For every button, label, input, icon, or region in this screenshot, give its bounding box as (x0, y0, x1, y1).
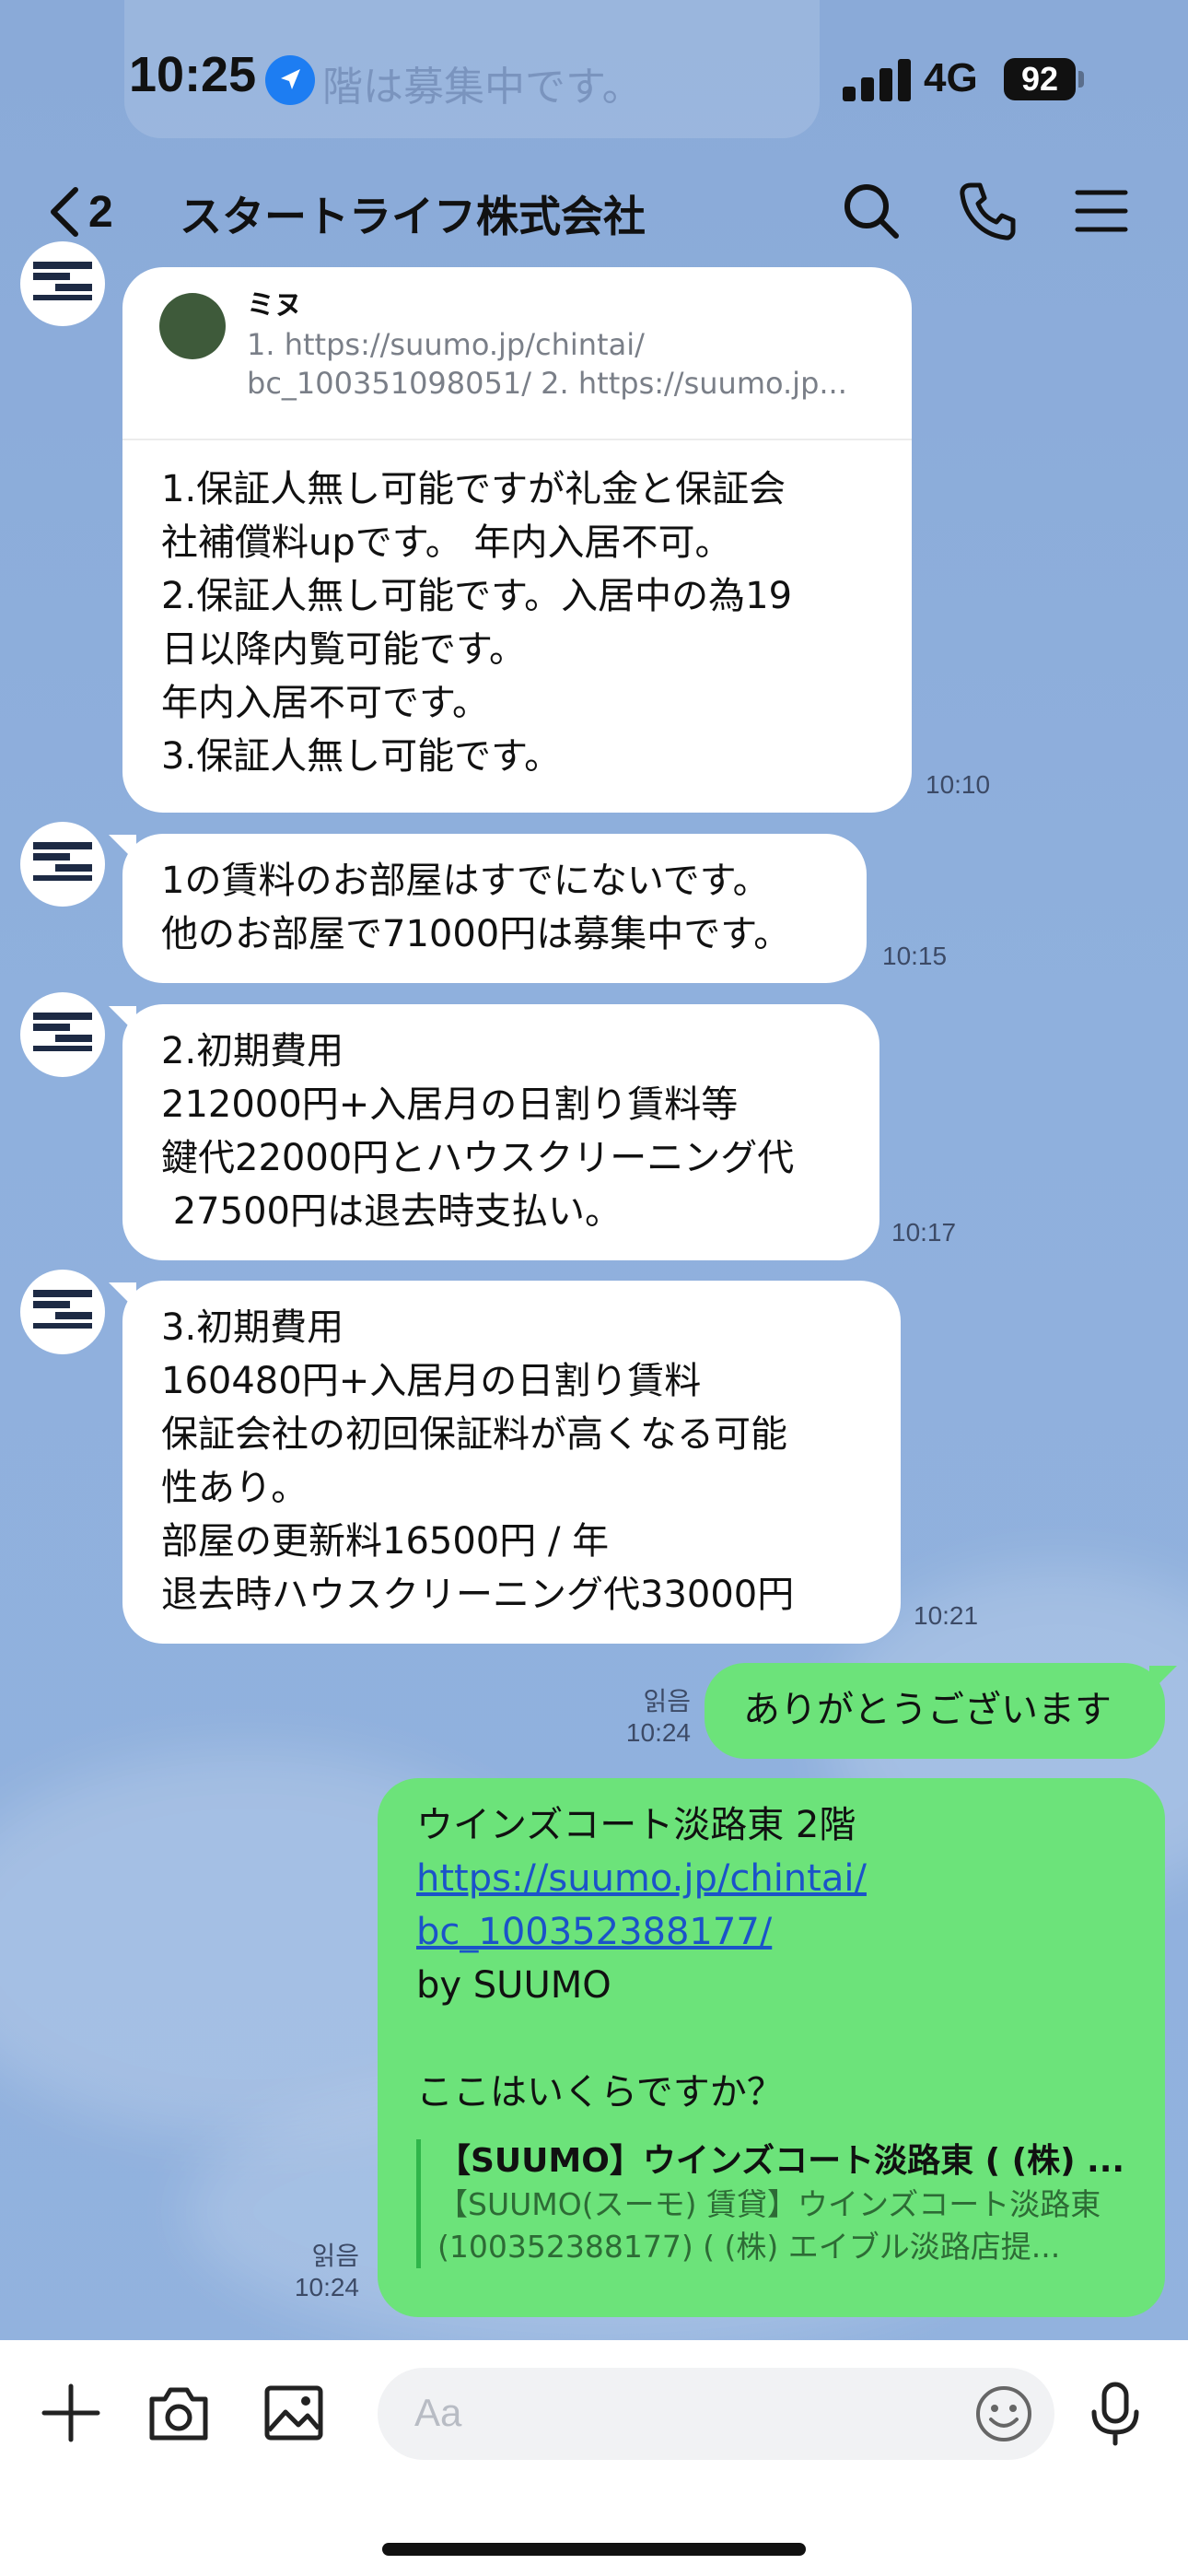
plus-icon[interactable] (35, 2377, 107, 2449)
agent-avatar[interactable] (20, 822, 105, 907)
message-line: 3.初期費用 (161, 1306, 344, 1349)
notification-ghost-text: 階は募集中です。 (322, 64, 643, 111)
status-time: 10:25 (129, 47, 257, 102)
image-icon[interactable] (258, 2377, 330, 2449)
message-bubble[interactable]: ミヌ 1. https://suumo.jp/chintai/ bc_10035… (122, 267, 912, 813)
search-icon[interactable] (838, 178, 904, 244)
battery-nub (1078, 71, 1084, 88)
unread-count: 2 (88, 187, 113, 237)
message-line: 27500円は退去時支払い。 (161, 1190, 622, 1233)
link-preview-desc: (100352388177) ( (株) エイブル淡路店提... (437, 2229, 1061, 2265)
suumo-link[interactable]: https://suumo.jp/chintai/ (416, 1852, 1165, 1905)
message-line: by SUUMO (416, 1964, 611, 2007)
message-line: ウインズコート淡路東 2階 (416, 1804, 856, 1846)
menu-icon[interactable] (1068, 178, 1135, 244)
message-time: 10:10 (926, 770, 991, 799)
message-line: 部屋の更新料16500円 / 年 (161, 1520, 610, 1563)
message-line: 2.初期費用 (161, 1030, 344, 1072)
read-label: 읽음 (643, 1687, 691, 1715)
agent-avatar[interactable] (20, 1270, 105, 1354)
quoted-user-avatar (159, 293, 226, 359)
emoji-icon[interactable] (969, 2379, 1039, 2449)
my-message-bubble[interactable]: ウインズコート淡路東 2階 https://suumo.jp/chintai/ … (378, 1778, 1165, 2317)
phone-icon[interactable] (954, 178, 1020, 244)
message-line: 3.保証人無し可能です。 (161, 735, 562, 778)
location-arrow-icon (265, 55, 315, 105)
message-time: 10:24 (625, 1718, 691, 1747)
camera-icon[interactable] (143, 2377, 215, 2449)
message-line: 212000円+入居月の日割り賃料等 (161, 1083, 739, 1126)
link-preview[interactable]: 【SUUMO】ウインズコート淡路東 ( (株) ... 【SUUMO(スーモ) … (416, 2139, 1165, 2268)
read-label: 읽음 (311, 2242, 359, 2270)
message-line: 社補償料upです。 年内入居不可。 (161, 521, 732, 564)
message-input[interactable] (378, 2368, 1054, 2460)
message-line: 160480円+入居月の日割り賃料 (161, 1360, 702, 1402)
quoted-text-line: 1. https://suumo.jp/chintai/ (247, 327, 645, 362)
battery-indicator: 92 (1004, 58, 1076, 100)
suumo-link[interactable]: bc_100352388177/ (416, 1905, 1165, 1959)
message-bubble[interactable]: 1の賃料のお部屋はすでにないです。 他のお部屋で71000円は募集中です。 (122, 834, 867, 983)
message-line: 1.保証人無し可能ですが礼金と保証会 (161, 468, 786, 510)
message-line: 他のお部屋で71000円は募集中です。 (161, 913, 791, 955)
message-line: 日以降内覧可能です。 (161, 628, 526, 671)
message-line: ありがとうございます (743, 1689, 1112, 1731)
message-time: 10:24 (294, 2273, 359, 2301)
message-line: 年内入居不可です。 (161, 682, 489, 724)
read-receipt: 읽음 10:24 (258, 2241, 359, 2303)
message-line: 鍵代22000円とハウスクリーニング代 (161, 1137, 795, 1179)
message-line: ここはいくらですか？ (416, 2071, 784, 2113)
quoted-user-name: ミヌ (247, 289, 302, 322)
message-line: 保証会社の初回保証料が高くなる可能 (161, 1413, 787, 1456)
message-line: 退去時ハウスクリーニング代33000円 (161, 1574, 795, 1616)
message-line: 1の賃料のお部屋はすでにないです。 (161, 860, 770, 902)
mic-icon[interactable] (1079, 2377, 1151, 2449)
link-preview-title: 【SUUMO】ウインズコート淡路東 ( (株) ... (437, 2142, 1125, 2180)
read-receipt: 읽음 10:24 (589, 1686, 691, 1749)
input-bar: Aa (0, 2340, 1188, 2576)
home-indicator (382, 2543, 806, 2556)
message-line: 2.保証人無し可能です。入居中の為19 (161, 575, 793, 617)
message-time: 10:17 (891, 1218, 957, 1247)
message-bubble[interactable]: 3.初期費用 160480円+入居月の日割り賃料 保証会社の初回保証料が高くなる… (122, 1281, 901, 1644)
chat-title: スタートライフ株式会社 (180, 192, 646, 241)
status-bar: 階は募集中です。 10:25 4G 92 (0, 0, 1188, 157)
message-line: 性あり。 (161, 1467, 309, 1509)
cell-signal-icon (843, 59, 911, 101)
quote-divider (122, 439, 912, 440)
message-time: 10:15 (882, 942, 948, 970)
network-type: 4G (924, 55, 978, 100)
my-message-bubble[interactable]: ありがとうございます (705, 1663, 1165, 1759)
chat-header: 2 スタートライフ株式会社 (0, 161, 1188, 263)
message-input-placeholder: Aa (414, 2391, 462, 2434)
back-button[interactable]: 2 (46, 180, 157, 244)
chevron-left-icon (51, 187, 78, 237)
message-bubble[interactable]: 2.初期費用 212000円+入居月の日割り賃料等 鍵代22000円とハウスクリ… (122, 1004, 879, 1260)
quoted-text-line: bc_100351098051/ 2. https://suumo.jp... (247, 366, 847, 401)
message-time: 10:21 (914, 1601, 979, 1630)
agent-avatar[interactable] (20, 992, 105, 1077)
agent-avatar[interactable] (20, 241, 105, 326)
link-preview-desc: 【SUUMO(スーモ) 賃貸】ウインズコート淡路東 (437, 2186, 1101, 2222)
